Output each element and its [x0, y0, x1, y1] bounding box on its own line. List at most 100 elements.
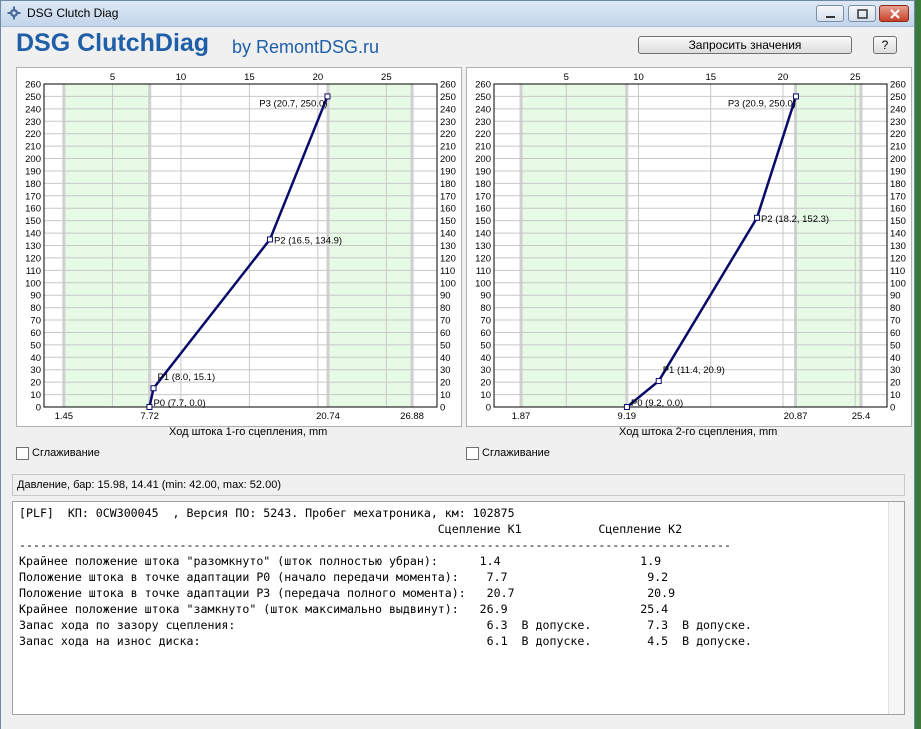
c1-top-tick-label: 20: [313, 72, 324, 83]
c1-y-tick-label-left: 110: [26, 266, 41, 277]
minimize-button[interactable]: [816, 5, 844, 22]
c2-y-tick-label-left: 50: [480, 340, 491, 351]
report-text-area[interactable]: [PLF] КП: 0CW300045 , Версия ПО: 5243. П…: [12, 501, 905, 715]
smoothing2-label: Сглаживание: [482, 447, 550, 459]
c1-y-tick-label-left: 200: [25, 154, 41, 165]
report-line: Положение штока в точке адаптации P3 (пе…: [19, 586, 676, 600]
c2-y-tick-label-right: 60: [890, 328, 901, 339]
clutch2-chart-panel: 0 0 10 10 20 20 30 30 40 40 50 50 60 60 70 70 80 80 90 90 10…: [466, 67, 912, 427]
c2-y-tick-label-left: 250: [475, 92, 491, 103]
c2-y-tick-label-left: 110: [476, 266, 491, 277]
c1-y-tick-label-left: 0: [36, 403, 41, 414]
c1-y-tick-label-left: 20: [30, 378, 41, 389]
help-button[interactable]: ?: [873, 36, 897, 54]
c2-y-tick-label-right: 80: [890, 303, 901, 314]
close-button[interactable]: [879, 5, 909, 22]
c1-y-tick-label-right: 20: [440, 378, 451, 389]
c1-y-tick-label-right: 190: [440, 166, 456, 177]
c2-top-tick-label: 10: [633, 72, 644, 83]
c2-point-label: P0 (9.2, 0.0): [631, 398, 683, 409]
c1-y-tick-label-right: 250: [440, 92, 456, 103]
c1-y-tick-label-right: 160: [440, 204, 456, 215]
c1-y-tick-label-right: 30: [440, 365, 451, 376]
c1-y-tick-label-left: 100: [25, 278, 41, 289]
c2-y-tick-label-left: 40: [480, 353, 491, 364]
report-scrollbar[interactable]: [888, 502, 904, 714]
smoothing1-checkbox[interactable]: [16, 447, 29, 460]
c1-point-marker: [266, 236, 273, 243]
c2-y-tick-label-left: 20: [480, 378, 491, 389]
c2-y-tick-label-right: 50: [890, 340, 901, 351]
c2-y-tick-label-left: 220: [475, 129, 491, 140]
c2-y-tick-label-right: 40: [890, 353, 901, 364]
c1-y-tick-label-left: 60: [30, 328, 41, 339]
c1-y-tick-label-right: 260: [440, 80, 456, 91]
c2-y-tick-label-left: 130: [475, 241, 491, 252]
c1-y-tick-label-right: 70: [440, 316, 451, 327]
c1-top-tick-label: 10: [176, 72, 187, 83]
gear-icon: [7, 6, 21, 20]
c1-y-tick-label-left: 120: [25, 253, 41, 264]
c2-point-label: P3 (20.9, 250.0): [728, 98, 796, 109]
c1-y-tick-label-left: 260: [25, 80, 41, 91]
brand-title: DSG ClutchDiag: [16, 29, 210, 57]
smoothing2-checkbox[interactable]: [466, 447, 479, 460]
c1-top-tick-label: 25: [381, 72, 392, 83]
c1-point-marker: [150, 385, 157, 392]
c2-y-tick-label-left: 140: [475, 229, 491, 240]
c1-y-tick-label-left: 140: [25, 229, 41, 240]
c1-y-tick-label-right: 100: [440, 278, 456, 289]
c1-y-tick-label-right: 180: [440, 179, 456, 190]
brand-subtitle: by RemontDSG.ru: [232, 37, 380, 57]
c1-y-tick-label-left: 80: [30, 303, 41, 314]
pressure-readout: Давление, бар: 15.98, 14.41 (min: 42.00,…: [12, 474, 905, 496]
c1-y-tick-label-right: 60: [440, 328, 451, 339]
c2-y-tick-label-left: 80: [480, 303, 491, 314]
c1-point-label: P1 (8.0, 15.1): [158, 372, 216, 383]
c1-bottom-tick-label: 1.45: [55, 411, 74, 422]
c1-y-tick-label-left: 240: [25, 104, 41, 115]
c1-y-tick-label-left: 70: [30, 316, 41, 327]
c2-y-tick-label-left: 240: [475, 104, 491, 115]
c2-y-tick-label-left: 150: [475, 216, 491, 227]
c2-y-tick-label-right: 120: [890, 253, 906, 264]
c1-y-tick-label-left: 150: [25, 216, 41, 227]
c1-y-tick-label-left: 160: [25, 204, 41, 215]
c2-point-marker: [753, 214, 760, 221]
c2-y-tick-label-left: 260: [475, 80, 491, 91]
c1-y-tick-label-right: 90: [440, 291, 451, 302]
c2-y-tick-label-left: 160: [475, 204, 491, 215]
c1-y-tick-label-left: 170: [25, 191, 41, 202]
c2-y-tick-label-left: 10: [480, 390, 491, 401]
maximize-button[interactable]: [848, 5, 876, 22]
maximize-icon: [857, 9, 868, 19]
c2-top-tick-label: 15: [705, 72, 716, 83]
c1-point-label: P2 (16.5, 134.9): [274, 235, 342, 246]
c2-y-tick-label-left: 120: [475, 253, 491, 264]
c1-y-tick-label-left: 50: [30, 340, 41, 351]
c2-y-tick-label-right: 240: [890, 104, 906, 115]
smoothing1-label: Сглаживание: [32, 447, 100, 459]
c1-bottom-tick-label: 7.72: [140, 411, 159, 422]
clutch2-chart: 0 010 1020 2030 3040 4050 5060 6070 7080 8090 9010…: [475, 72, 906, 422]
c1-bottom-tick-label: 26.88: [400, 411, 424, 422]
c1-y-tick-label-left: 40: [30, 353, 41, 364]
request-values-button[interactable]: Запросить значения: [638, 36, 852, 54]
report-line: Положение штока в точке адаптации P0 (на…: [19, 570, 669, 584]
c2-y-tick-label-right: 10: [890, 390, 901, 401]
title-bar[interactable]: DSG Clutch Diag: [1, 1, 914, 27]
c1-y-tick-label-right: 10: [440, 390, 451, 401]
c2-y-tick-label-right: 250: [890, 92, 906, 103]
c2-top-tick-label: 5: [564, 72, 569, 83]
c1-y-tick-label-right: 150: [440, 216, 456, 227]
c2-y-tick-label-right: 100: [890, 278, 906, 289]
c2-y-tick-label-left: 200: [475, 154, 491, 165]
c2-point-label: P1 (11.4, 20.9): [663, 365, 725, 376]
c2-y-tick-label-right: 180: [890, 179, 906, 190]
c2-y-tick-label-right: 200: [890, 154, 906, 165]
report-line: Запас хода на износ диска: 6.1 В допуске…: [19, 634, 752, 648]
c2-series-line: [626, 96, 798, 408]
c2-y-tick-label-right: 20: [890, 378, 901, 389]
c1-y-tick-label-left: 30: [30, 365, 41, 376]
c2-y-tick-label-right: 30: [890, 365, 901, 376]
